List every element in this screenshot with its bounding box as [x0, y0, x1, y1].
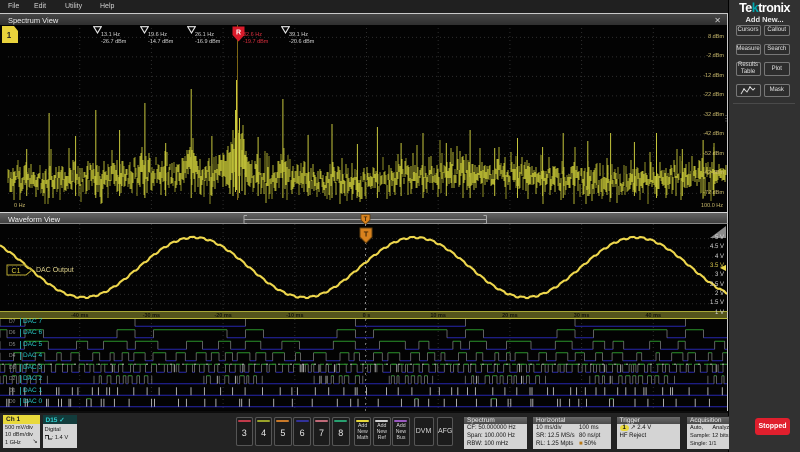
- svg-text:T: T: [364, 217, 368, 223]
- svg-text:R: R: [235, 30, 240, 37]
- svg-text:T: T: [364, 230, 369, 239]
- svg-text:C1: C1: [12, 268, 21, 275]
- svg-text:1: 1: [7, 31, 12, 40]
